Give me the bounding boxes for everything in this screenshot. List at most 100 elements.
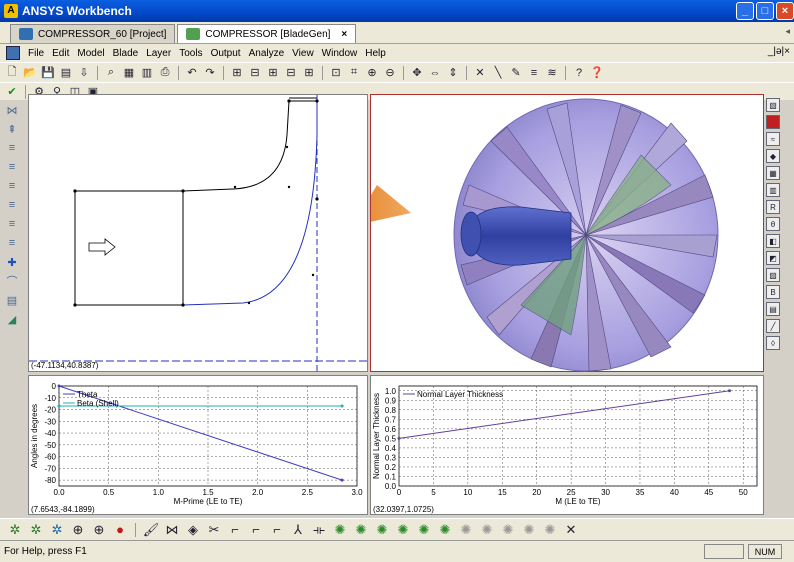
redo-icon[interactable]: ↷ <box>202 65 218 81</box>
new-file-icon[interactable]: 🗋 <box>4 65 20 81</box>
3d-impeller-view[interactable] <box>370 94 764 372</box>
blade-view-1-icon[interactable]: ✲ <box>6 521 24 539</box>
mdi-controls[interactable]: _|ǝ|× <box>768 46 790 57</box>
undo-icon[interactable]: ↶ <box>184 65 200 81</box>
trim-icon[interactable]: ✂ <box>205 521 223 539</box>
record-icon[interactable]: ● <box>111 521 129 539</box>
edit-icon[interactable]: ✎ <box>508 65 524 81</box>
find-icon[interactable]: ⌕ <box>103 65 119 81</box>
circle-plus-icon[interactable]: ⊕ <box>69 521 87 539</box>
circle-plus-2-icon[interactable]: ⊕ <box>90 521 108 539</box>
import-icon[interactable]: ⇩ <box>76 65 92 81</box>
corner-3-icon[interactable]: ⌐ <box>268 521 286 539</box>
fork-icon[interactable]: ⅄ <box>289 521 307 539</box>
save-icon[interactable]: 💾 <box>40 65 56 81</box>
view-pen-icon[interactable]: ╱ <box>766 319 780 333</box>
print-icon[interactable]: ⎙ <box>157 65 173 81</box>
delete-icon[interactable]: ✕ <box>472 65 488 81</box>
line-icon[interactable]: ╲ <box>490 65 506 81</box>
menu-analyze[interactable]: Analyze <box>245 48 289 59</box>
layer-6-icon[interactable]: ≡ <box>4 235 20 251</box>
node-icon[interactable]: ⟛ <box>310 521 328 539</box>
wheel-9-icon[interactable]: ✺ <box>499 521 517 539</box>
cross-icon[interactable]: ✚ <box>4 254 20 270</box>
menu-tools[interactable]: Tools <box>175 48 206 59</box>
open-icon[interactable]: 📂 <box>22 65 38 81</box>
wheel-8-icon[interactable]: ✺ <box>478 521 496 539</box>
menu-blade[interactable]: Blade <box>109 48 143 59</box>
meridional-view[interactable]: (-47.1134,40.8387) <box>28 94 369 373</box>
view-3d-icon[interactable]: ◧ <box>766 234 780 248</box>
zoom-out-icon[interactable]: ⊖ <box>382 65 398 81</box>
angle-plot-panel[interactable]: 0.0 0.5 1.0 1.5 2.0 2.5 3.0 0 -10 -20 -30 -40 -50 -60… <box>28 375 368 515</box>
view-blade-icon[interactable]: ◩ <box>766 251 780 265</box>
document-icon[interactable] <box>6 46 20 60</box>
tab-scroll-icon[interactable]: ◂ <box>785 26 790 37</box>
render-mesh-icon[interactable]: ▦ <box>766 166 780 180</box>
wheel-10-icon[interactable]: ✺ <box>520 521 538 539</box>
view-layout-4-icon[interactable]: ⊟ <box>283 65 299 81</box>
pan-icon[interactable]: ✥ <box>409 65 425 81</box>
layer-4-icon[interactable]: ≡ <box>4 197 20 213</box>
view-table-icon[interactable]: ▤ <box>766 302 780 316</box>
view-chart-icon[interactable]: ▨ <box>766 268 780 282</box>
wheel-4-icon[interactable]: ✺ <box>394 521 412 539</box>
menu-edit[interactable]: Edit <box>48 48 73 59</box>
tab-close-icon[interactable]: × <box>341 29 347 40</box>
tab-bladegen[interactable]: COMPRESSOR [BladeGen] × <box>177 24 357 43</box>
wheel-2-icon[interactable]: ✺ <box>352 521 370 539</box>
render-solid-icon[interactable] <box>766 115 780 129</box>
brush-icon[interactable]: 🖌 <box>142 521 160 539</box>
split-icon[interactable]: ◈ <box>184 521 202 539</box>
menu-model[interactable]: Model <box>73 48 108 59</box>
blade-view-2-icon[interactable]: ✲ <box>27 521 45 539</box>
view-layout-1-icon[interactable]: ⊞ <box>229 65 245 81</box>
wheel-3-icon[interactable]: ✺ <box>373 521 391 539</box>
thickness-icon[interactable]: ≋ <box>544 65 560 81</box>
vertical-move-icon[interactable]: ⇕ <box>445 65 461 81</box>
zoom-in-icon[interactable]: ⊕ <box>364 65 380 81</box>
context-help-icon[interactable]: ? <box>571 65 587 81</box>
zoom-box-icon[interactable]: ⌗ <box>346 65 362 81</box>
save-all-icon[interactable]: ▤ <box>58 65 74 81</box>
layer-icon[interactable]: ≡ <box>526 65 542 81</box>
wheel-7-icon[interactable]: ✺ <box>457 521 475 539</box>
menu-layer[interactable]: Layer <box>142 48 175 59</box>
layer-add-icon[interactable]: ⇞ <box>4 121 20 137</box>
minimize-button[interactable]: _ <box>736 2 754 20</box>
wheel-1-icon[interactable]: ✺ <box>331 521 349 539</box>
properties-icon[interactable]: ▤ <box>4 292 20 308</box>
maximize-button[interactable]: □ <box>756 2 774 20</box>
corner-1-icon[interactable]: ⌐ <box>226 521 244 539</box>
menu-output[interactable]: Output <box>207 48 245 59</box>
wheel-6-icon[interactable]: ✺ <box>436 521 454 539</box>
menu-view[interactable]: View <box>288 48 318 59</box>
menu-help[interactable]: Help <box>361 48 390 59</box>
view-extra-icon[interactable]: ◊ <box>766 336 780 350</box>
wheel-11-icon[interactable]: ✺ <box>541 521 559 539</box>
view-layout-3-icon[interactable]: ⊞ <box>265 65 281 81</box>
wedge-icon[interactable]: ◢ <box>4 311 20 327</box>
layer-3-icon[interactable]: ≡ <box>4 178 20 194</box>
checkmark-icon[interactable]: ✔ <box>4 84 20 100</box>
thickness-plot-panel[interactable]: 0 5 10 15 20 25 30 35 40 45 50 0.0 0.1 0.2 0.3 0.4 0.5 0.… <box>370 375 764 515</box>
tab-project[interactable]: COMPRESSOR_60 [Project] <box>10 24 176 43</box>
render-blade-icon[interactable]: ≈ <box>766 132 780 146</box>
corner-2-icon[interactable]: ⌐ <box>247 521 265 539</box>
view-bla-icon[interactable]: B <box>766 285 780 299</box>
horizontal-move-icon[interactable]: ⇔ <box>427 65 443 81</box>
mirror-icon[interactable]: ⋈ <box>4 102 20 118</box>
blade-view-3-icon[interactable]: ✲ <box>48 521 66 539</box>
curve-icon[interactable]: ⌒ <box>4 273 20 289</box>
cross-close-icon[interactable]: ✕ <box>562 521 580 539</box>
layer-2-icon[interactable]: ≡ <box>4 159 20 175</box>
menu-window[interactable]: Window <box>318 48 362 59</box>
view-theta-icon[interactable]: θ <box>766 217 780 231</box>
menu-file[interactable]: File <box>24 48 48 59</box>
render-color-icon[interactable]: ◆ <box>766 149 780 163</box>
view-layout-5-icon[interactable]: ⊞ <box>301 65 317 81</box>
render-flow-icon[interactable]: ▥ <box>766 183 780 197</box>
render-wire-icon[interactable]: ▧ <box>766 98 780 112</box>
close-button[interactable]: × <box>776 2 794 20</box>
layer-5-icon[interactable]: ≡ <box>4 216 20 232</box>
